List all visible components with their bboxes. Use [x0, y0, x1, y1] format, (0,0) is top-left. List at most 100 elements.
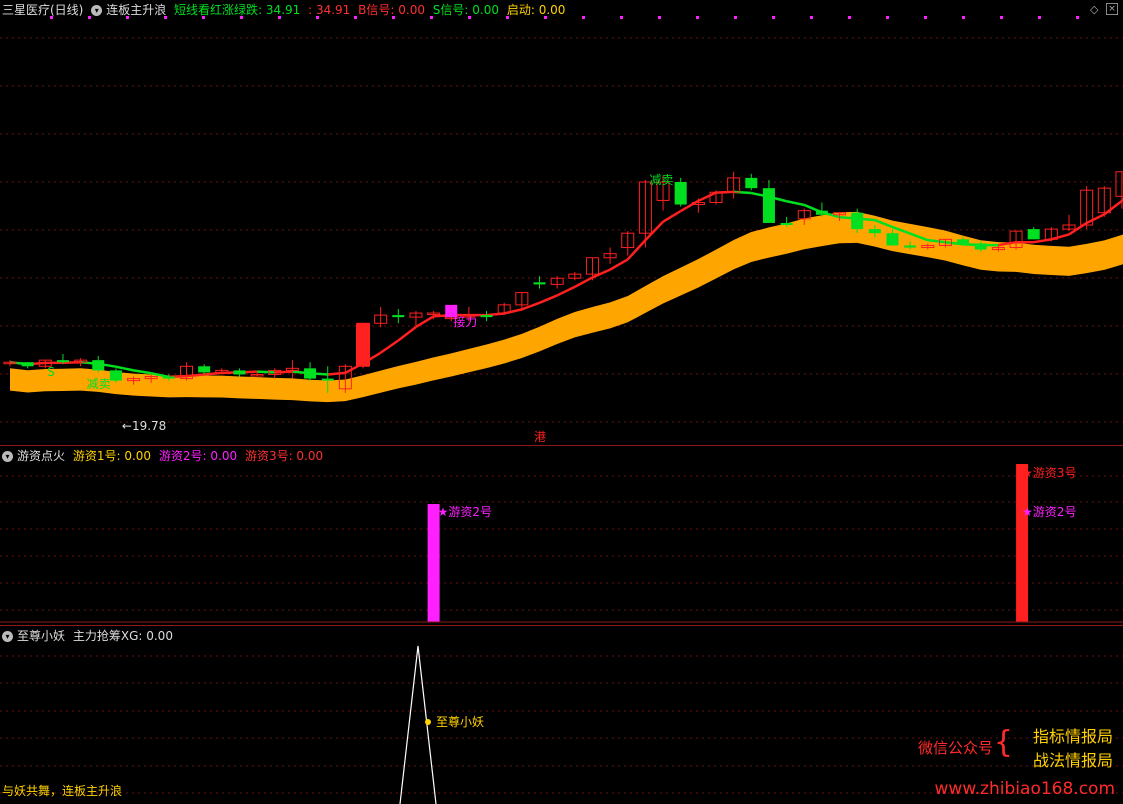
- marker-dot: [924, 16, 927, 19]
- ma-line-segment: [610, 259, 628, 269]
- start-value: : 0.00: [531, 3, 566, 17]
- s-marker-label: S: [47, 365, 55, 379]
- ma-line-segment: [645, 222, 663, 240]
- marker-dot: [886, 16, 889, 19]
- candle-body: [975, 243, 987, 249]
- xg-value: : 0.00: [138, 629, 173, 643]
- reduce-sell-label: 减卖: [87, 377, 111, 391]
- candle-body: [322, 379, 334, 381]
- ma-line-segment: [1087, 214, 1105, 223]
- candle-body: [198, 366, 210, 372]
- candle-body: [957, 239, 969, 243]
- watermark-url: www.zhibiao168.com: [935, 779, 1115, 799]
- ma-line-segment: [204, 373, 222, 375]
- main-chart-panel[interactable]: S减卖减卖←19.78接力加速接力←36.66港 三星医疗(日线) ▾连板主升浪…: [0, 0, 1123, 445]
- trend-band: [10, 110, 1123, 402]
- close-icon[interactable]: ×: [1106, 3, 1118, 15]
- xiaoyao-title[interactable]: 至尊小妖: [17, 629, 65, 643]
- reduce-sell-label: 减卖: [649, 173, 673, 187]
- youzi2-label: 游资2号: [159, 449, 203, 463]
- candle-body: [481, 315, 493, 317]
- youzi-bar: [428, 504, 440, 622]
- ma-line-segment: [187, 374, 205, 376]
- marker-dot: [1038, 16, 1041, 19]
- main-header: 三星医疗(日线) ▾连板主升浪 短线看红涨绿跌: 34.91 : 34.91 B…: [2, 1, 569, 19]
- candle-body: [1028, 229, 1040, 239]
- candle-body: [534, 282, 546, 284]
- marker-dot: [810, 16, 813, 19]
- youzi-chart-canvas[interactable]: ★游资2号★游资3号★游资2号: [0, 446, 1123, 626]
- youzi-title[interactable]: 游资点火: [17, 449, 65, 463]
- watermark-left: 微信公众号: [918, 737, 993, 758]
- hk-badge: 港: [534, 430, 546, 444]
- youzi3-value: : 0.00: [289, 449, 324, 463]
- ma-line-segment: [575, 277, 593, 286]
- ma-line-segment: [663, 211, 681, 222]
- footer-slogan: 与妖共舞，连板主升浪: [2, 782, 122, 799]
- ma-line-segment: [398, 327, 416, 341]
- candle-body: [233, 370, 245, 374]
- collapse-icon[interactable]: ▾: [91, 5, 102, 16]
- candle-body: [851, 213, 863, 229]
- red-value: : 34.91: [308, 3, 350, 17]
- youzi1-value: : 0.00: [116, 449, 151, 463]
- xg-label: 主力抢筹XG: [73, 629, 139, 643]
- candle-body: [22, 362, 34, 366]
- candle-body: [816, 211, 828, 215]
- candle-body: [110, 370, 122, 380]
- candle-body: [869, 229, 881, 233]
- s-signal-value: : 0.00: [464, 3, 499, 17]
- youzi3-label: 游资3号: [245, 449, 289, 463]
- candle-body: [57, 360, 69, 362]
- candle-body: [92, 360, 104, 370]
- marker-dot: [658, 16, 661, 19]
- marker-dot: [772, 16, 775, 19]
- marker-dot: [1076, 16, 1079, 19]
- spike-label: 至尊小妖: [436, 714, 484, 729]
- s-signal-label: S信号: [433, 3, 465, 17]
- ma-line-segment: [557, 287, 575, 296]
- trend-label: 短线看红涨绿跌: [174, 3, 258, 17]
- ma-line-segment: [628, 240, 646, 259]
- low-price-label: ←19.78: [122, 419, 166, 433]
- collapse-icon[interactable]: ▾: [2, 451, 13, 462]
- xiaoyao-panel[interactable]: 至尊小妖 ▾ 至尊小妖 主力抢筹XG: 0.00 与妖共舞，连板主升浪 微信公众号…: [0, 625, 1123, 803]
- candle-body: [781, 223, 793, 225]
- candle-body: [904, 245, 916, 247]
- stock-title: 三星医疗(日线): [2, 3, 83, 17]
- candle-body: [163, 377, 175, 379]
- candle-body: [304, 368, 316, 378]
- limit-up-candle: [356, 323, 370, 366]
- youzi1-label: 游资1号: [73, 449, 117, 463]
- marker-dot: [582, 16, 585, 19]
- indicator-title[interactable]: 连板主升浪: [106, 3, 166, 17]
- youzi-bar: [1016, 464, 1028, 622]
- b-signal-label: B信号: [358, 3, 390, 17]
- marker-dot: [962, 16, 965, 19]
- main-chart-canvas[interactable]: S减卖减卖←19.78接力加速接力←36.66港: [0, 0, 1123, 445]
- marker-dot: [620, 16, 623, 19]
- spike-dot: [425, 719, 431, 725]
- ma-line-segment: [487, 313, 505, 315]
- watermark-right-1: 指标情报局: [1033, 723, 1113, 747]
- ma-line-segment: [698, 193, 716, 201]
- xiaoyao-chart-canvas[interactable]: 至尊小妖: [0, 626, 1123, 804]
- diamond-icon[interactable]: ◇: [1090, 3, 1098, 16]
- youzi-bar-label: ★游资2号: [438, 505, 492, 519]
- ma-line-segment: [592, 270, 610, 278]
- ma-line-segment: [787, 201, 805, 205]
- watermark-brace: {: [994, 725, 1013, 760]
- xiaoyao-header: ▾ 至尊小妖 主力抢筹XG: 0.00: [2, 627, 177, 645]
- marker-dot: [734, 16, 737, 19]
- ma-line-segment: [540, 295, 558, 302]
- youzi-header: ▾游资点火 游资1号: 0.00 游资2号: 0.00 游资3号: 0.00: [2, 447, 327, 465]
- youzi-panel[interactable]: ★游资2号★游资3号★游资2号 ▾游资点火 游资1号: 0.00 游资2号: 0…: [0, 445, 1123, 625]
- youzi-bar-label: ★游资2号: [1022, 505, 1076, 519]
- relay-label: 接力: [453, 314, 477, 329]
- candle-body: [745, 178, 757, 188]
- candle-body: [392, 315, 404, 317]
- trend-value: : 34.91: [258, 3, 300, 17]
- marker-dot: [696, 16, 699, 19]
- b-signal-value: : 0.00: [390, 3, 425, 17]
- collapse-icon[interactable]: ▾: [2, 631, 13, 642]
